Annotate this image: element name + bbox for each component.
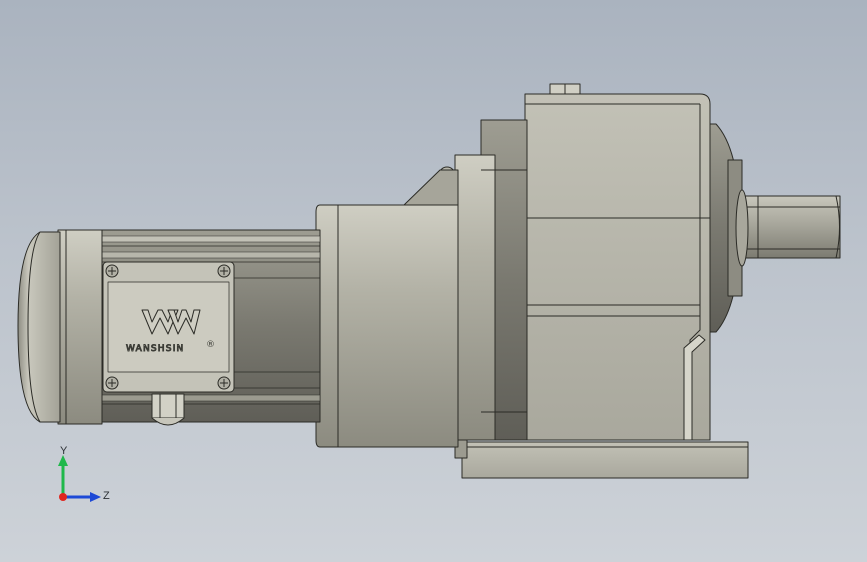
fan-cover bbox=[17, 231, 61, 423]
gearbox-housing bbox=[524, 83, 711, 441]
brand-label: WANSHSIN bbox=[126, 344, 184, 354]
motor-end-ring bbox=[57, 229, 103, 425]
z-axis-label: Z bbox=[103, 490, 110, 502]
cable-gland bbox=[151, 393, 185, 426]
screw-bottom-left bbox=[105, 376, 119, 390]
gear-motor-model[interactable]: WANSHSIN ® Y Z bbox=[0, 0, 867, 562]
screw-top-left bbox=[105, 264, 119, 278]
screw-top-right bbox=[217, 264, 231, 278]
cad-viewport[interactable]: WANSHSIN ® Y Z bbox=[0, 0, 867, 562]
output-shaft bbox=[739, 195, 841, 259]
x-axis-dot bbox=[59, 493, 67, 501]
screw-bottom-right bbox=[217, 376, 231, 390]
reducer-front-case bbox=[315, 204, 459, 448]
registered-mark: ® bbox=[206, 340, 215, 350]
mounting-foot bbox=[454, 437, 749, 479]
output-flange bbox=[703, 123, 749, 333]
z-axis-arrowhead bbox=[90, 492, 101, 502]
y-axis-label: Y bbox=[60, 445, 68, 457]
axis-triad: Y Z bbox=[58, 445, 110, 502]
